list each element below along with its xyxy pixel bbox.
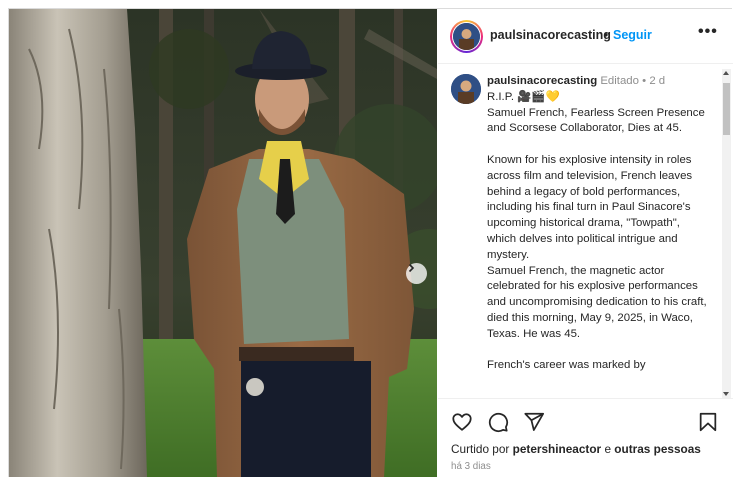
heart-icon[interactable] (451, 411, 473, 433)
header-separator: • (604, 28, 609, 42)
post-header: paulsinacorecasting • Seguir ••• (438, 9, 733, 64)
scroll-down-icon[interactable] (723, 392, 729, 396)
caption-header-line: paulsinacorecasting Editado • 2 d (487, 74, 711, 90)
caption-username[interactable]: paulsinacorecasting (487, 75, 597, 87)
caption-scroll-area[interactable]: paulsinacorecasting Editado • 2 d R.I.P.… (438, 65, 733, 397)
caption-paragraph (487, 137, 711, 153)
caption-paragraph (487, 343, 711, 359)
likes-summary: Curtido por petershineactor e outras pes… (451, 442, 701, 456)
post-timestamp[interactable]: há 3 dias (451, 461, 491, 472)
likes-user[interactable]: petershineactor (513, 442, 602, 456)
caption-paragraph: Samuel French, the magnetic actor celebr… (487, 264, 710, 340)
likes-prefix: Curtido por (451, 442, 510, 456)
post-photo (9, 9, 437, 477)
chevron-right-icon (408, 263, 415, 273)
likes-others[interactable]: outras pessoas (614, 442, 701, 456)
scroll-up-icon[interactable] (723, 71, 729, 75)
comment-icon[interactable] (487, 411, 509, 433)
post-actions-bar: Curtido por petershineactor e outras pes… (438, 398, 733, 477)
caption-paragraph: Known for his explosive intensity in rol… (487, 153, 696, 261)
instagram-post: paulsinacorecasting • Seguir ••• paulsin… (8, 8, 733, 477)
avatar[interactable] (450, 20, 483, 53)
follow-button[interactable]: Seguir (613, 28, 652, 42)
caption-paragraph: Samuel French, Fearless Screen Presence … (487, 106, 708, 135)
more-icon: ••• (698, 23, 718, 40)
likes-joiner: e (604, 442, 611, 456)
paper-plane-icon[interactable] (523, 411, 545, 433)
post-side-panel: paulsinacorecasting • Seguir ••• paulsin… (438, 9, 733, 477)
caption-edited: Editado (600, 75, 639, 87)
more-options-button[interactable]: ••• (698, 23, 718, 41)
caption-scrollbar[interactable] (722, 69, 731, 399)
caption-avatar[interactable] (451, 74, 481, 104)
bookmark-icon[interactable] (697, 411, 719, 433)
post-media[interactable] (9, 9, 437, 477)
next-photo-button[interactable] (406, 263, 427, 284)
scrollbar-thumb[interactable] (723, 83, 730, 135)
caption-paragraph: French's career was marked by (487, 359, 646, 372)
caption-age[interactable]: 2 d (649, 75, 665, 87)
header-username[interactable]: paulsinacorecasting (490, 28, 611, 42)
caption-rip-line: R.I.P. 🎥🎬💛 (487, 90, 560, 103)
caption-text: paulsinacorecasting Editado • 2 d R.I.P.… (487, 74, 711, 374)
caption-meta-dot: • (642, 75, 647, 87)
